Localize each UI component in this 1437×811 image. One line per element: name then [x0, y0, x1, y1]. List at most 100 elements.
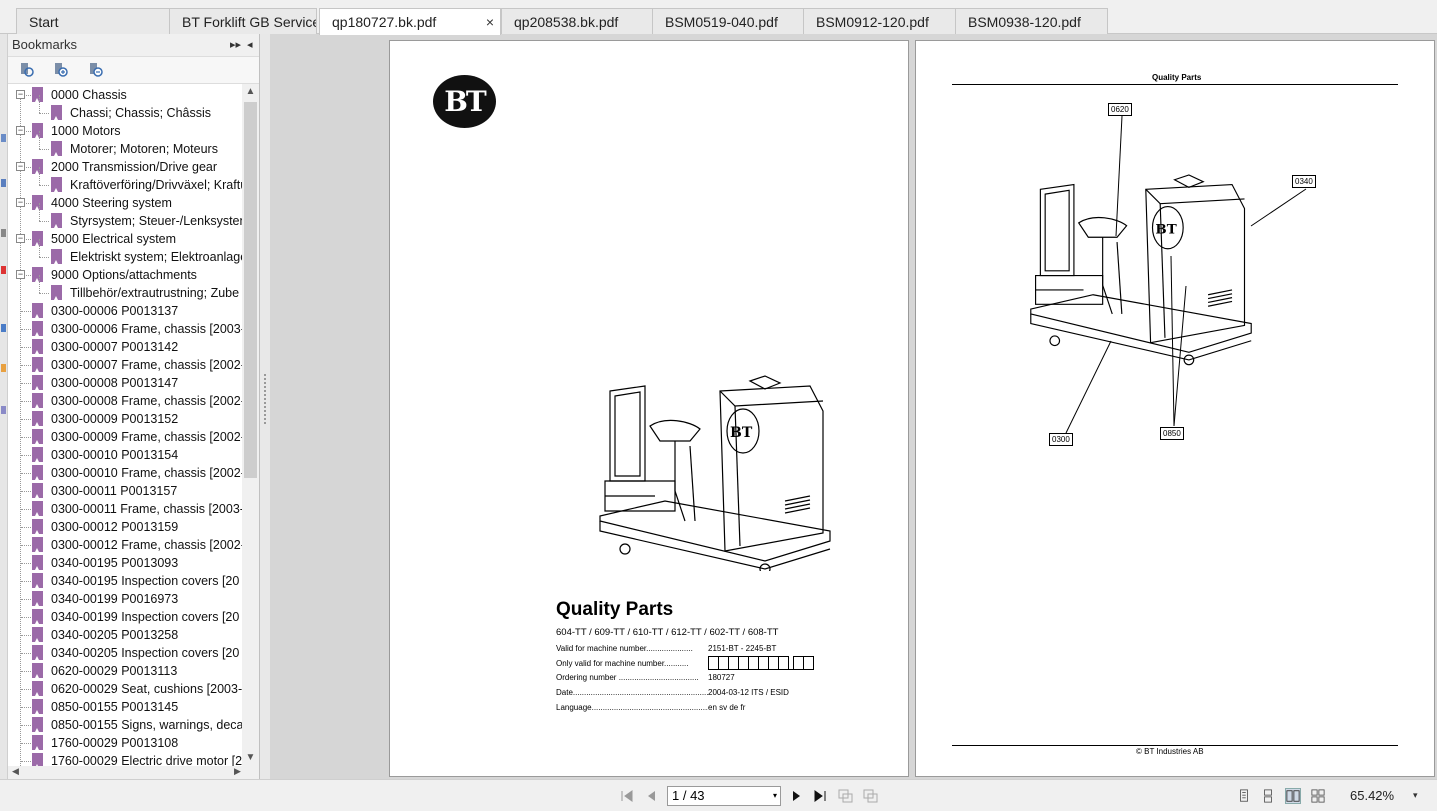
bookmark-item[interactable]: 1760-00029 P0013108	[8, 734, 242, 752]
bookmark-item[interactable]: 0300-00007 P0013142	[8, 338, 242, 356]
scroll-up-icon[interactable]: ▲	[242, 84, 259, 100]
single-page-view-icon[interactable]	[1236, 788, 1252, 804]
bookmark-item[interactable]: 0300-00008 Frame, chassis [2002-0	[8, 392, 242, 410]
panel-splitter[interactable]	[260, 34, 270, 779]
bookmark-item[interactable]: − 9000 Options/attachments	[8, 266, 242, 284]
splitter-grip[interactable]	[264, 374, 266, 424]
bookmark-item[interactable]: − 0000 Chassis	[8, 86, 242, 104]
bookmark-item[interactable]: 0340-00199 Inspection covers [20	[8, 608, 242, 626]
bookmark-subitem[interactable]: Tillbehör/extrautrustning; Zube	[8, 275, 242, 302]
bookmark-item[interactable]: 0620-00029 P0013113	[8, 662, 242, 680]
signatures-tool-icon[interactable]	[1, 406, 6, 414]
expand-bookmark-icon[interactable]	[53, 62, 69, 78]
collapse-node-icon[interactable]: −	[16, 270, 25, 279]
bookmark-item[interactable]: 0300-00006 Frame, chassis [2003-0	[8, 320, 242, 338]
collapse-node-icon[interactable]: −	[16, 162, 25, 171]
scroll-right-icon[interactable]: ▶	[234, 766, 241, 777]
page-number-input[interactable]: 1 / 43 ▾	[667, 786, 781, 806]
bookmark-item[interactable]: 0300-00008 P0013147	[8, 374, 242, 392]
search-tool-icon[interactable]	[1, 324, 6, 332]
bookmark-item[interactable]: 0300-00009 Frame, chassis [2002-0	[8, 428, 242, 446]
tab-bsm0912-120[interactable]: BSM0912-120.pdf	[803, 8, 956, 34]
tree-connector	[21, 653, 31, 654]
zoom-level[interactable]: 65.42%	[1350, 788, 1394, 803]
tab-bsm0519-040[interactable]: BSM0519-040.pdf	[652, 8, 804, 34]
bookmarks-vertical-scrollbar[interactable]: ▲ ▼	[242, 84, 259, 766]
tree-connector	[21, 761, 31, 762]
bookmark-icon	[32, 519, 43, 534]
bookmark-item[interactable]: − 4000 Steering system	[8, 194, 242, 212]
collapse-node-icon[interactable]: −	[16, 126, 25, 135]
bookmark-icon	[32, 159, 43, 174]
bookmark-item[interactable]: 0340-00195 Inspection covers [20	[8, 572, 242, 590]
tab-bt-forklift-service[interactable]: BT Forklift GB Service ...	[169, 8, 317, 34]
previous-page-icon[interactable]	[645, 789, 659, 803]
expand-panel-icon[interactable]: ▸▸	[230, 34, 241, 56]
tab-qp180727[interactable]: qp180727.bk.pdf ×	[319, 8, 501, 35]
bookmark-item[interactable]: 0300-00010 Frame, chassis [2002-0	[8, 464, 242, 482]
next-view-icon[interactable]	[863, 789, 879, 803]
chevron-down-icon[interactable]: ▾	[773, 787, 777, 805]
collapse-panel-icon[interactable]: ◂	[247, 34, 253, 56]
bookmark-item[interactable]: 0300-00012 Frame, chassis [2002-0	[8, 536, 242, 554]
tree-connector	[21, 311, 31, 312]
bookmark-icon	[32, 483, 43, 498]
zoom-dropdown-icon[interactable]: ▾	[1413, 790, 1418, 801]
bookmark-item[interactable]: 0300-00006 P0013137	[8, 302, 242, 320]
bookmark-item[interactable]: 0300-00012 P0013159	[8, 518, 242, 536]
facing-view-icon[interactable]	[1285, 788, 1301, 804]
bookmark-item[interactable]: 1760-00029 Electric drive motor [2	[8, 752, 242, 766]
bookmark-item[interactable]: − 2000 Transmission/Drive gear	[8, 158, 242, 176]
pages-tool-icon[interactable]	[1, 179, 6, 187]
bookmark-item[interactable]: 0300-00007 Frame, chassis [2002-0	[8, 356, 242, 374]
bookmark-icon	[32, 717, 43, 732]
bookmark-item[interactable]: 0850-00155 P0013145	[8, 698, 242, 716]
bookmark-item[interactable]: 0340-00199 P0016973	[8, 590, 242, 608]
bookmark-item[interactable]: 0300-00011 Frame, chassis [2003-0	[8, 500, 242, 518]
bookmark-item[interactable]: 0300-00010 P0013154	[8, 446, 242, 464]
layers-tool-icon[interactable]	[1, 364, 6, 372]
bookmark-item[interactable]: 0850-00155 Signs, warnings, decal	[8, 716, 242, 734]
bookmark-subitem[interactable]: Chassi; Chassis; Châssis	[8, 95, 242, 122]
bookmarks-tool-icon[interactable]	[1, 134, 6, 142]
pdf-page-overview: Quality Parts BT 0620 0340 0300 0850 © B…	[915, 40, 1435, 777]
svg-text:BT: BT	[730, 425, 753, 441]
tab-bsm0938-120[interactable]: BSM0938-120.pdf	[955, 8, 1108, 34]
continuous-facing-view-icon[interactable]	[1310, 788, 1326, 804]
bookmark-subitem[interactable]: Motorer; Motoren; Moteurs	[8, 131, 242, 158]
scroll-left-icon[interactable]: ◀	[12, 766, 19, 777]
bookmark-subitem[interactable]: Kraftöverföring/Drivväxel; Kraftü	[8, 167, 242, 194]
close-tab-icon[interactable]: ×	[486, 9, 494, 35]
bookmark-item[interactable]: 0340-00205 P0013258	[8, 626, 242, 644]
collapse-node-icon[interactable]: −	[16, 198, 25, 207]
bookmark-item[interactable]: 0300-00009 P0013152	[8, 410, 242, 428]
bookmark-item[interactable]: 0620-00029 Seat, cushions [2003-	[8, 680, 242, 698]
bookmark-item[interactable]: − 1000 Motors	[8, 122, 242, 140]
bookmark-icon	[32, 465, 43, 480]
comments-tool-icon[interactable]	[1, 229, 6, 237]
bookmark-item[interactable]: − 5000 Electrical system	[8, 230, 242, 248]
last-page-icon[interactable]	[813, 789, 827, 803]
bookmark-item[interactable]: 0300-00011 P0013157	[8, 482, 242, 500]
new-bookmark-icon[interactable]	[88, 62, 104, 78]
cover-models: 604-TT / 609-TT / 610-TT / 612-TT / 602-…	[556, 627, 779, 638]
continuous-view-icon[interactable]	[1260, 788, 1276, 804]
tab-start[interactable]: Start	[16, 8, 171, 34]
bookmark-subitem[interactable]: Styrsystem; Steuer-/Lenksysten	[8, 203, 242, 230]
previous-view-icon[interactable]	[838, 789, 854, 803]
collapse-node-icon[interactable]: −	[16, 234, 25, 243]
bookmark-options-icon[interactable]	[19, 62, 35, 78]
scroll-down-icon[interactable]: ▼	[242, 750, 259, 766]
bookmark-subitem[interactable]: Elektriskt system; Elektroanlage	[8, 239, 242, 266]
scrollbar-thumb[interactable]	[244, 102, 257, 478]
bookmarks-horizontal-scrollbar[interactable]: ◀ ▶	[8, 766, 259, 779]
tab-label: qp180727.bk.pdf	[332, 14, 437, 30]
first-page-icon[interactable]	[620, 789, 634, 803]
next-page-icon[interactable]	[789, 789, 803, 803]
tab-qp208538[interactable]: qp208538.bk.pdf	[501, 8, 654, 34]
bookmark-item[interactable]: 0340-00205 Inspection covers [20	[8, 644, 242, 662]
attachments-tool-icon[interactable]	[1, 266, 6, 274]
collapse-node-icon[interactable]: −	[16, 90, 25, 99]
bookmark-label: 0340-00195 Inspection covers [20	[51, 574, 240, 588]
bookmark-item[interactable]: 0340-00195 P0013093	[8, 554, 242, 572]
